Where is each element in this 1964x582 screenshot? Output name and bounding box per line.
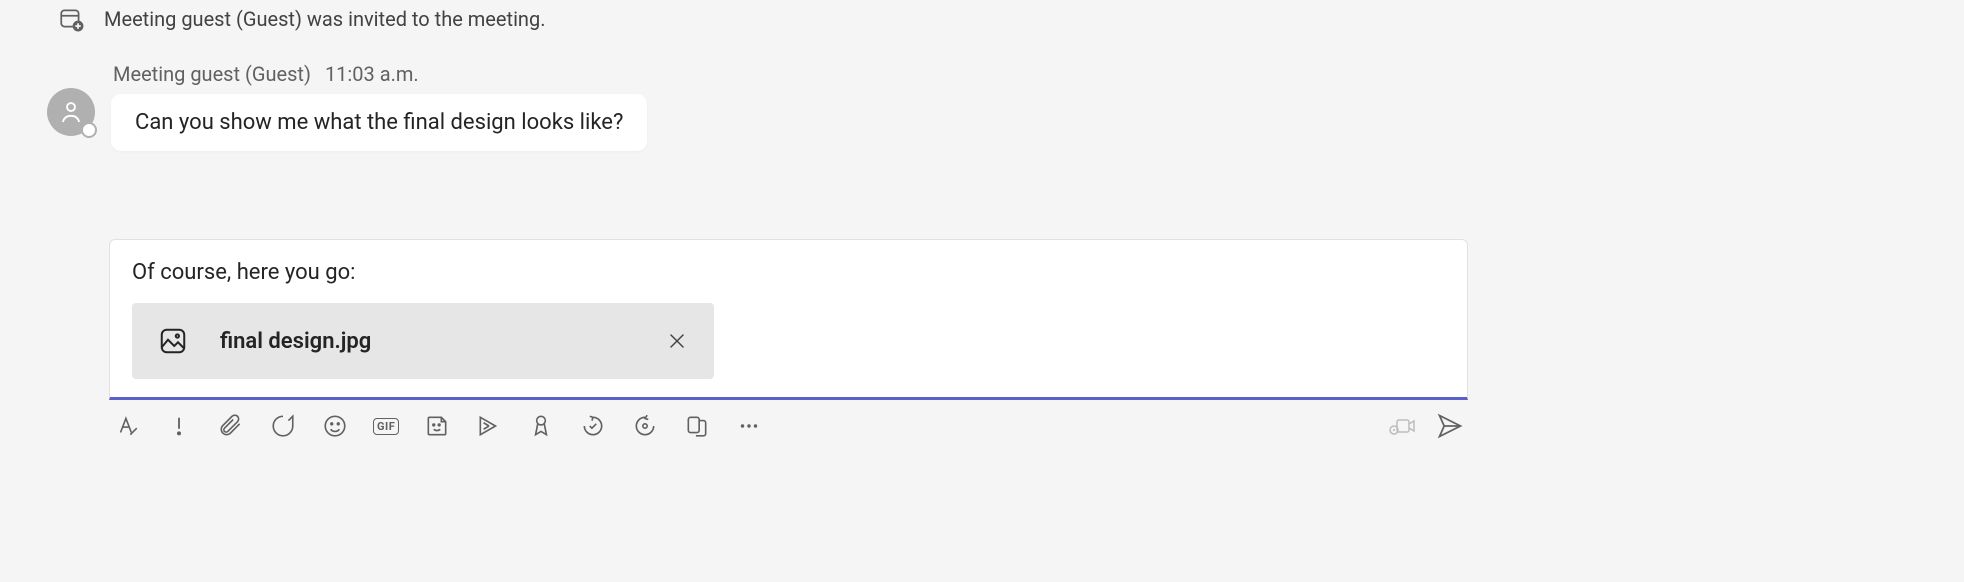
praise-icon[interactable] [527, 412, 555, 440]
loop-icon[interactable] [269, 412, 297, 440]
video-clip-icon[interactable] [1388, 412, 1416, 440]
more-icon[interactable] [735, 412, 763, 440]
calendar-add-icon [58, 6, 84, 32]
compose-box[interactable]: Of course, here you go: final design.jpg [109, 239, 1468, 400]
attach-icon[interactable] [217, 412, 245, 440]
send-button[interactable] [1436, 412, 1464, 440]
message-sender: Meeting guest (Guest) [113, 62, 311, 86]
approvals-icon[interactable] [579, 412, 607, 440]
importance-icon[interactable] [165, 412, 193, 440]
compose-toolbar: GIF [109, 400, 1468, 440]
message-bubble[interactable]: Can you show me what the final design lo… [111, 94, 647, 151]
avatar[interactable] [47, 88, 95, 136]
stream-icon[interactable] [475, 412, 503, 440]
message-body: Can you show me what the final design lo… [135, 110, 623, 135]
message-time: 11:03 a.m. [325, 62, 419, 86]
emoji-icon[interactable] [321, 412, 349, 440]
sticker-icon[interactable] [423, 412, 451, 440]
copy-icon[interactable] [683, 412, 711, 440]
message-row: Meeting guest (Guest) 11:03 a.m. Can you… [44, 62, 1468, 151]
gif-button[interactable]: GIF [373, 418, 399, 435]
viva-icon[interactable] [631, 412, 659, 440]
system-event-text: Meeting guest (Guest) was invited to the… [104, 7, 545, 31]
format-icon[interactable] [113, 412, 141, 440]
system-event-row: Meeting guest (Guest) was invited to the… [44, 6, 1468, 32]
compose-text[interactable]: Of course, here you go: [132, 260, 1445, 285]
attachment-chip[interactable]: final design.jpg [132, 303, 714, 379]
image-file-icon [158, 326, 188, 356]
presence-indicator [81, 122, 97, 138]
attachment-filename: final design.jpg [220, 329, 634, 354]
remove-attachment-button[interactable] [666, 330, 688, 352]
